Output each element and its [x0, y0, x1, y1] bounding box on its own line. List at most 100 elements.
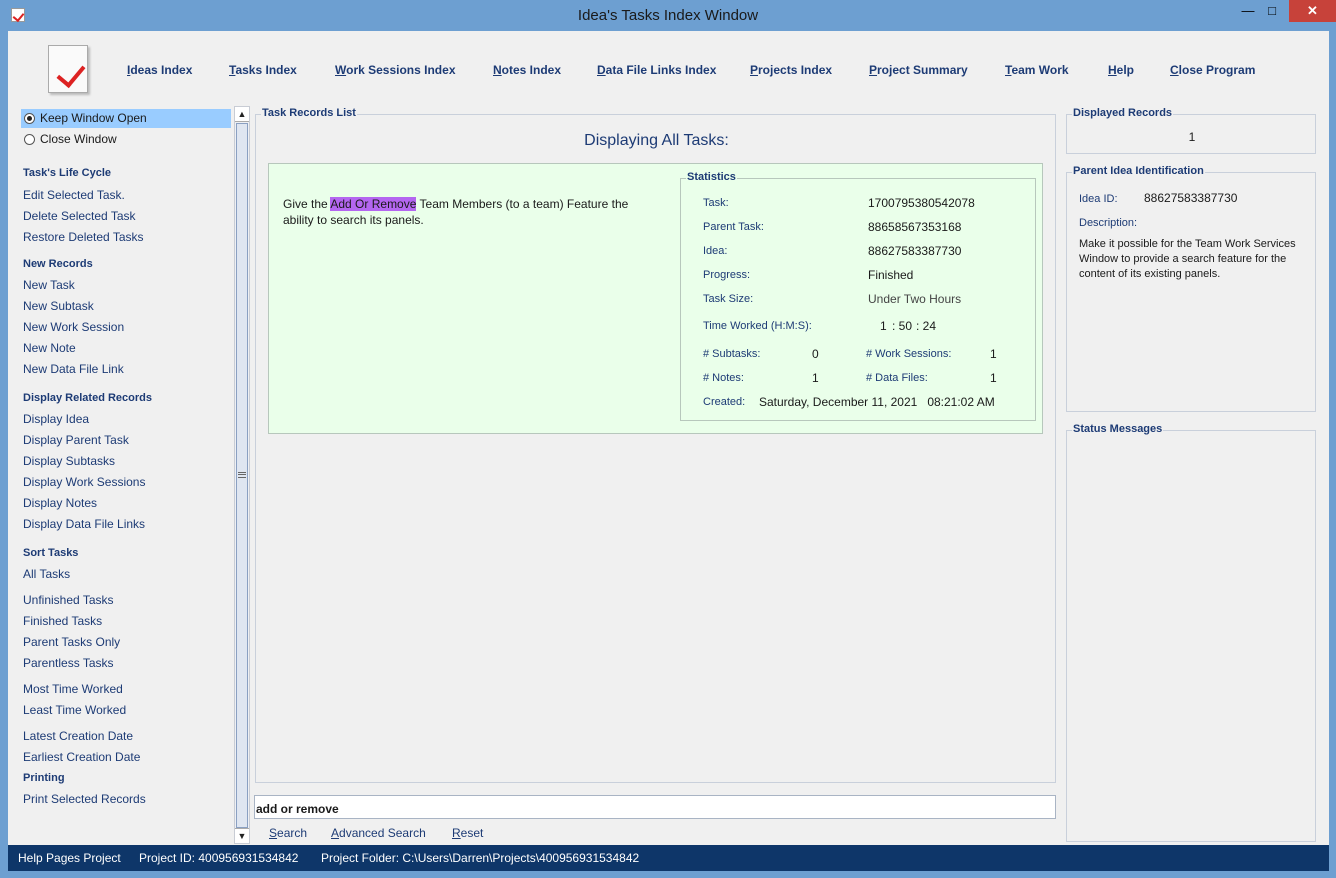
notes-count-label: # Notes: — [703, 372, 744, 384]
sort-least-time-worked-link[interactable]: Least Time Worked — [23, 703, 126, 717]
task-records-list-legend: Task Records List — [261, 107, 357, 119]
title-bar[interactable]: Idea's Tasks Index Window — □ ✕ — [0, 0, 1336, 31]
parent-task-value: 88658567353168 — [868, 220, 962, 234]
keep-window-open-label: Keep Window Open — [40, 111, 147, 125]
menu-bar: Ideas Index Tasks Index Work Sessions In… — [8, 31, 1329, 107]
new-subtask-link[interactable]: New Subtask — [23, 299, 94, 313]
new-note-link[interactable]: New Note — [23, 341, 76, 355]
new-records-heading: New Records — [23, 258, 93, 270]
left-panel-scrollbar[interactable]: ▲ ▼ — [234, 106, 250, 844]
menu-notes-index[interactable]: Notes Index — [493, 63, 561, 77]
time-seconds: : 24 — [916, 319, 937, 333]
app-window: Idea's Tasks Index Window — □ ✕ Ideas In… — [0, 0, 1336, 878]
notes-count-value: 1 — [812, 371, 819, 385]
sort-tasks-heading: Sort Tasks — [23, 547, 79, 559]
display-notes-link[interactable]: Display Notes — [23, 496, 97, 510]
work-sessions-count-label: # Work Sessions: — [866, 348, 952, 360]
advanced-search-button[interactable]: Advanced Search — [331, 826, 426, 840]
subtasks-count-label: # Subtasks: — [703, 348, 761, 360]
statistics-legend: Statistics — [686, 171, 737, 183]
sort-finished-tasks-link[interactable]: Finished Tasks — [23, 614, 102, 628]
task-records-list-panel: Task Records List Displaying All Tasks: … — [255, 107, 1056, 783]
data-files-count-value: 1 — [990, 371, 997, 385]
menu-work-sessions-index[interactable]: Work Sessions Index — [335, 63, 456, 77]
maximize-button[interactable]: □ — [1258, 0, 1286, 22]
task-id-value: 1700795380542078 — [868, 196, 975, 210]
time-minutes: : 50 — [892, 319, 913, 333]
menu-projects-index[interactable]: Projects Index — [750, 63, 832, 77]
restore-deleted-tasks-link[interactable]: Restore Deleted Tasks — [23, 230, 144, 244]
menu-project-summary[interactable]: Project Summary — [869, 63, 968, 77]
subtasks-count-value: 0 — [812, 347, 819, 361]
time-hours: 1 — [880, 319, 887, 333]
tasks-logo-icon — [48, 45, 88, 93]
menu-data-file-links-index[interactable]: Data File Links Index — [597, 63, 716, 77]
idea-id-value: 88627583387730 — [1144, 191, 1238, 205]
task-description: Give the Add Or Remove Team Members (to … — [283, 196, 655, 228]
display-work-sessions-link[interactable]: Display Work Sessions — [23, 475, 145, 489]
window-title: Idea's Tasks Index Window — [577, 7, 759, 24]
print-selected-records-link[interactable]: Print Selected Records — [23, 792, 146, 806]
search-highlight: Add Or Remove — [330, 197, 417, 211]
task-id-label: Task: — [703, 197, 729, 209]
close-window-button[interactable]: ✕ — [1289, 0, 1336, 22]
displayed-records-panel: Displayed Records 1 — [1066, 107, 1316, 154]
project-name: Help Pages Project — [18, 851, 121, 865]
scroll-down-arrow-icon[interactable]: ▼ — [235, 828, 249, 843]
related-records-heading: Display Related Records — [23, 392, 152, 404]
display-subtasks-link[interactable]: Display Subtasks — [23, 454, 115, 468]
new-task-link[interactable]: New Task — [23, 278, 75, 292]
project-id: Project ID: 400956931534842 — [139, 851, 299, 865]
idea-id-label: Idea ID: — [1079, 193, 1118, 205]
display-idea-link[interactable]: Display Idea — [23, 412, 89, 426]
sort-parent-tasks-only-link[interactable]: Parent Tasks Only — [23, 635, 120, 649]
sort-unfinished-tasks-link[interactable]: Unfinished Tasks — [23, 593, 114, 607]
status-bar: Help Pages Project Project ID: 400956931… — [8, 845, 1329, 871]
task-desc-text: Give the — [283, 197, 331, 211]
parent-idea-panel: Parent Idea Identification Idea ID: 8862… — [1066, 165, 1316, 412]
parent-task-label: Parent Task: — [703, 221, 764, 233]
grip-icon — [238, 472, 246, 478]
status-messages-legend: Status Messages — [1072, 423, 1164, 435]
display-data-file-links-link[interactable]: Display Data File Links — [23, 517, 145, 531]
edit-selected-task-link[interactable]: Edit Selected Task. — [23, 188, 125, 202]
idea-label: Idea: — [703, 245, 728, 257]
search-button[interactable]: Search — [269, 826, 307, 840]
scroll-up-arrow-icon[interactable]: ▲ — [235, 107, 249, 122]
search-input[interactable] — [254, 795, 1056, 819]
sort-most-time-worked-link[interactable]: Most Time Worked — [23, 682, 123, 696]
scrollbar-thumb[interactable] — [236, 123, 248, 828]
statistics-panel: Statistics Task: 1700795380542078 Parent… — [680, 171, 1036, 421]
menu-close-program[interactable]: Close Program — [1170, 63, 1255, 77]
data-files-count-label: # Data Files: — [866, 372, 928, 384]
task-record-card[interactable]: Give the Add Or Remove Team Members (to … — [268, 163, 1043, 434]
idea-value: 88627583387730 — [868, 244, 962, 258]
progress-label: Progress: — [703, 269, 751, 281]
radio-selected-icon[interactable] — [24, 113, 35, 124]
menu-ideas-index[interactable]: Ideas Index — [127, 63, 192, 77]
project-folder: Project Folder: C:\Users\Darren\Projects… — [321, 851, 640, 865]
description-label: Description: — [1079, 217, 1138, 229]
reset-button[interactable]: Reset — [452, 826, 483, 840]
close-window-label: Close Window — [40, 132, 117, 146]
delete-selected-task-link[interactable]: Delete Selected Task — [23, 209, 136, 223]
sort-latest-creation-date-link[interactable]: Latest Creation Date — [23, 729, 133, 743]
keep-window-open-radio[interactable]: Keep Window Open — [21, 109, 231, 128]
radio-unselected-icon[interactable] — [24, 134, 35, 145]
menu-tasks-index[interactable]: Tasks Index — [229, 63, 297, 77]
close-window-radio[interactable]: Close Window — [21, 130, 231, 149]
left-action-panel: Keep Window Open Close Window Task's Lif… — [21, 106, 231, 842]
sort-all-tasks-link[interactable]: All Tasks — [23, 567, 70, 581]
new-data-file-link-link[interactable]: New Data File Link — [23, 362, 124, 376]
menu-help[interactable]: Help — [1108, 63, 1134, 77]
sort-earliest-creation-date-link[interactable]: Earliest Creation Date — [23, 750, 140, 764]
display-parent-task-link[interactable]: Display Parent Task — [23, 433, 129, 447]
idea-description: Make it possible for the Team Work Servi… — [1079, 238, 1296, 280]
menu-team-work[interactable]: Team Work — [1005, 63, 1069, 77]
task-size-value: Under Two Hours — [868, 292, 962, 306]
sort-parentless-tasks-link[interactable]: Parentless Tasks — [23, 656, 114, 670]
new-work-session-link[interactable]: New Work Session — [23, 320, 124, 334]
progress-value: Finished — [868, 268, 914, 282]
displaying-heading: Displaying All Tasks: — [584, 132, 729, 149]
created-label: Created: — [703, 396, 746, 408]
